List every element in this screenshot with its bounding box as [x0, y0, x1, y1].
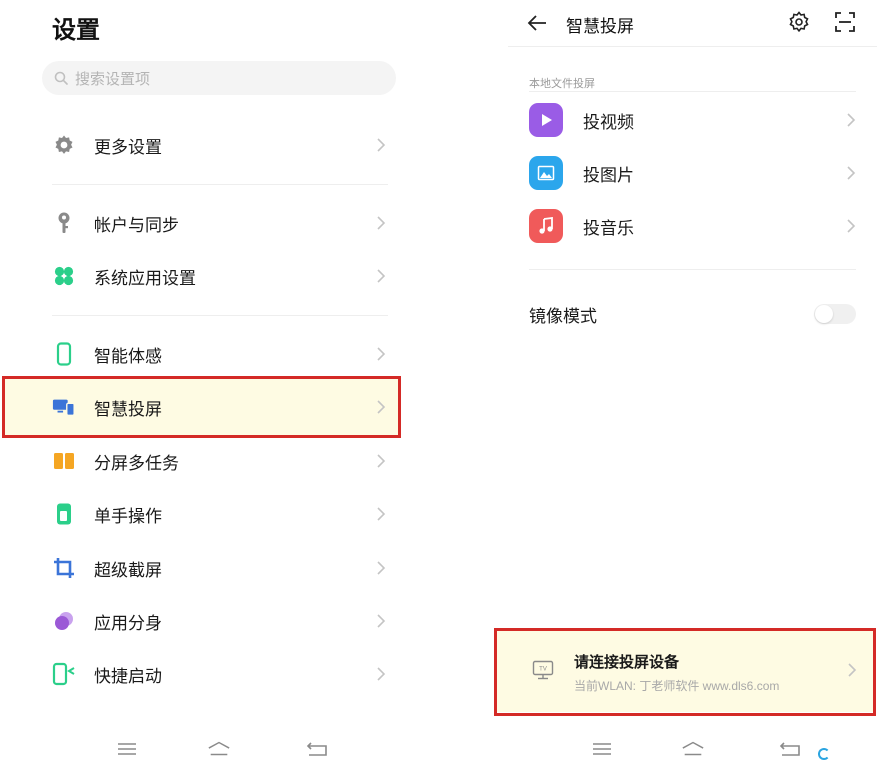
chevron-right-icon	[377, 614, 386, 628]
settings-item-label: 分屏多任务	[94, 453, 179, 474]
image-icon	[529, 156, 563, 190]
mirror-mode-label: 镜像模式	[529, 307, 597, 327]
settings-item-label: 应用分身	[94, 613, 162, 634]
mirror-mode-toggle[interactable]	[814, 304, 856, 324]
page-title: 智慧投屏	[566, 17, 634, 37]
cast-music-item[interactable]: 投音乐	[470, 200, 877, 252]
chevron-right-icon	[377, 138, 386, 152]
settings-panel: 设置 搜索设置项 更多设置 帐户与同步 系统应用设置 智能体感 智慧投屏 分屏多…	[0, 0, 440, 768]
menu-icon[interactable]	[590, 737, 614, 761]
scan-icon[interactable]	[834, 11, 856, 33]
settings-item-split-screen[interactable]: 分屏多任务	[0, 436, 400, 486]
settings-item-label: 超级截屏	[94, 560, 162, 581]
chevron-right-icon	[377, 454, 386, 468]
divider	[529, 91, 856, 92]
chevron-right-icon	[377, 667, 386, 681]
key-icon	[52, 211, 76, 235]
settings-item-label: 帐户与同步	[94, 215, 179, 236]
chevron-right-icon	[847, 219, 856, 233]
panel-gap	[440, 0, 470, 768]
header: 智慧投屏	[470, 0, 877, 46]
settings-item-label: 系统应用设置	[94, 268, 196, 289]
phone-outline-icon	[52, 342, 76, 366]
quick-launch-icon	[52, 662, 76, 686]
settings-item-quick-launch[interactable]: 快捷启动	[0, 649, 400, 699]
settings-item-more[interactable]: 更多设置	[0, 120, 400, 170]
crop-icon	[52, 556, 76, 580]
settings-item-system-apps[interactable]: 系统应用设置	[0, 251, 400, 301]
back-nav-icon[interactable]	[305, 737, 329, 761]
cast-item-label: 投音乐	[583, 219, 634, 239]
settings-item-label: 快捷启动	[94, 666, 162, 687]
search-icon	[54, 71, 68, 85]
chevron-right-icon	[377, 561, 386, 575]
home-icon[interactable]	[681, 737, 705, 761]
settings-item-account-sync[interactable]: 帐户与同步	[0, 198, 400, 248]
cast-image-item[interactable]: 投图片	[470, 147, 877, 199]
chevron-right-icon	[847, 113, 856, 127]
settings-item-label: 智能体感	[94, 346, 162, 367]
chevron-right-icon	[847, 166, 856, 180]
menu-icon[interactable]	[115, 737, 139, 761]
home-icon[interactable]	[207, 737, 231, 761]
divider	[52, 184, 388, 185]
cast-item-label: 投视频	[583, 113, 634, 133]
settings-item-smart-motion[interactable]: 智能体感	[0, 329, 400, 379]
chevron-right-icon	[377, 347, 386, 361]
one-hand-icon	[52, 502, 76, 526]
split-screen-icon	[52, 449, 76, 473]
gear-icon[interactable]	[788, 11, 810, 33]
loading-ring-icon	[818, 748, 830, 760]
divider	[529, 269, 856, 270]
video-play-icon	[529, 103, 563, 137]
assistant-badge	[818, 744, 877, 764]
screen-cast-panel: 智慧投屏 本地文件投屏 投视频 投图片 投音乐 镜像模式 TV 请连接投屏设备 …	[470, 0, 877, 768]
music-note-icon	[529, 209, 563, 243]
search-input[interactable]: 搜索设置项	[42, 61, 396, 95]
settings-item-label: 更多设置	[94, 137, 162, 158]
cast-video-item[interactable]: 投视频	[470, 94, 877, 146]
clover-icon	[52, 264, 76, 288]
settings-item-label: 单手操作	[94, 506, 162, 527]
back-nav-icon[interactable]	[778, 737, 802, 761]
highlight-frame	[2, 376, 401, 438]
gear-icon	[52, 133, 76, 157]
divider	[508, 46, 877, 47]
settings-item-one-hand[interactable]: 单手操作	[0, 489, 400, 539]
clone-icon	[52, 609, 76, 633]
back-arrow-icon[interactable]	[526, 12, 548, 34]
section-label: 本地文件投屏	[529, 77, 595, 90]
divider	[52, 315, 388, 316]
chevron-right-icon	[377, 216, 386, 230]
page-title: 设置	[52, 16, 100, 44]
chevron-right-icon	[377, 269, 386, 283]
chevron-right-icon	[377, 507, 386, 521]
search-placeholder: 搜索设置项	[75, 69, 151, 88]
settings-item-app-clone[interactable]: 应用分身	[0, 596, 400, 646]
settings-item-super-screenshot[interactable]: 超级截屏	[0, 543, 400, 593]
highlight-frame	[494, 628, 876, 716]
toggle-knob	[815, 305, 833, 323]
cast-item-label: 投图片	[583, 166, 634, 186]
